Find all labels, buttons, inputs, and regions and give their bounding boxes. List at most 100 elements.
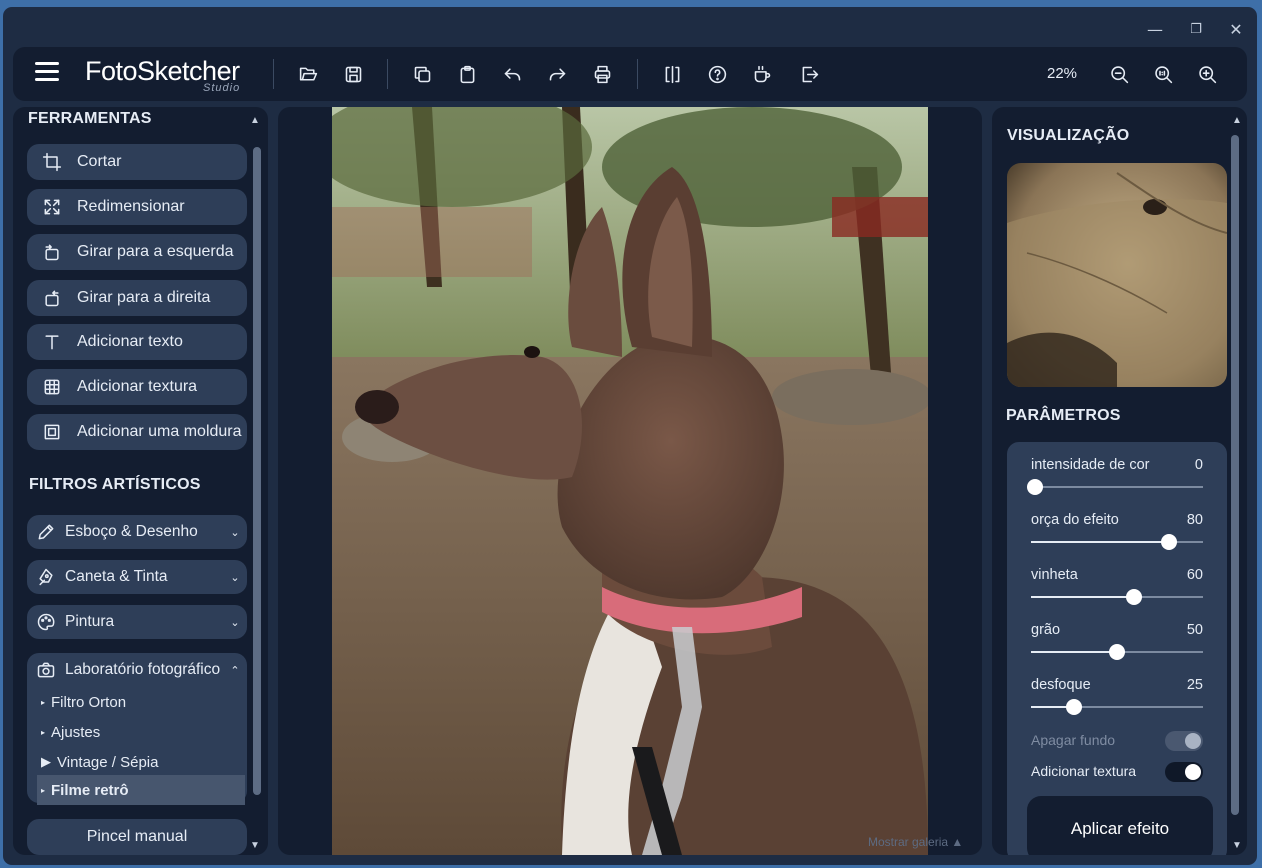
paste-icon[interactable]	[454, 61, 480, 87]
resize-icon	[27, 197, 77, 217]
toggle-add-texture: Adicionar textura	[1031, 762, 1203, 782]
param-blur: desfoque 25	[1031, 677, 1203, 693]
chevron-up-icon: ⌃	[230, 664, 240, 677]
lab-item-orton[interactable]: ▸ Filtro Orton	[37, 687, 245, 717]
slider-knob[interactable]	[1109, 644, 1125, 660]
slider-knob[interactable]	[1160, 534, 1177, 550]
chevron-down-icon: ⌄	[230, 526, 240, 539]
preview-header: VISUALIZAÇÃO	[1007, 127, 1130, 144]
filter-pen-ink[interactable]: Caneta & Tinta ⌄	[27, 560, 247, 594]
filter-label: Laboratório fotográfico	[65, 661, 221, 678]
chevron-down-icon: ⌄	[230, 616, 240, 629]
filter-photo-lab-header[interactable]: Laboratório fotográfico ⌃	[27, 653, 247, 687]
dog-photo[interactable]	[332, 107, 928, 855]
blur-slider[interactable]	[1031, 699, 1203, 715]
scroll-down-icon[interactable]: ▼	[1232, 840, 1242, 851]
rotate-left-icon	[27, 242, 77, 262]
zoom-in-icon[interactable]	[1194, 61, 1220, 87]
params-header: PARÂMETROS	[1006, 407, 1121, 424]
frame-icon	[27, 422, 77, 442]
folder-open-icon[interactable]	[295, 61, 321, 87]
camera-icon	[27, 660, 65, 680]
param-color-intensity: intensidade de cor 0	[1031, 457, 1203, 473]
minimize-icon[interactable]: —	[1145, 20, 1165, 40]
text-icon	[27, 332, 77, 352]
tool-label: Adicionar uma moldura	[77, 423, 242, 440]
app-window: — ❐ ✕ FotoSketcher Studio 22% FERRAMENTA…	[3, 7, 1257, 865]
remove-background-switch[interactable]	[1165, 731, 1203, 751]
pen-icon	[27, 567, 65, 587]
redo-icon[interactable]	[544, 61, 570, 87]
slider-knob[interactable]	[1066, 699, 1082, 715]
tool-label: Adicionar texto	[77, 333, 183, 350]
left-scrollbar[interactable]	[253, 147, 261, 795]
zoom-level: 22%	[1047, 65, 1078, 82]
param-effect-strength: orça do efeito 80	[1031, 512, 1203, 528]
param-grain: grão 50	[1031, 622, 1203, 638]
print-icon[interactable]	[589, 61, 615, 87]
params-panel: intensidade de cor 0 orça do efeito 80 vin…	[1007, 442, 1227, 855]
filter-painting[interactable]: Pintura ⌄	[27, 605, 247, 639]
filter-sketch[interactable]: Esboço & Desenho ⌄	[27, 515, 247, 549]
param-vignette: vinheta 60	[1031, 567, 1203, 583]
manual-brush-button[interactable]: Pincel manual	[27, 819, 247, 855]
save-icon[interactable]	[340, 61, 366, 87]
apply-effect-button[interactable]: Aplicar efeito	[1027, 796, 1213, 855]
filter-label: Pintura	[65, 613, 115, 630]
lab-item-retro-film[interactable]: ▸ Filme retrô	[37, 775, 245, 805]
filter-label: Esboço & Desenho	[65, 523, 198, 540]
restore-icon[interactable]: ❐	[1186, 20, 1206, 40]
scroll-up-icon[interactable]: ▲	[250, 115, 260, 126]
canvas-area[interactable]: Mostrar galeria ▲	[278, 107, 982, 855]
pencil-icon	[27, 522, 65, 542]
tool-rotate-right[interactable]: Girar para a direita	[27, 280, 247, 316]
zoom-out-icon[interactable]	[1106, 61, 1132, 87]
tool-resize[interactable]: Redimensionar	[27, 189, 247, 225]
crop-icon	[27, 152, 77, 172]
add-texture-switch[interactable]	[1165, 762, 1203, 782]
help-icon[interactable]	[704, 61, 730, 87]
tool-rotate-left[interactable]: Girar para a esquerda	[27, 234, 247, 270]
tool-label: Redimensionar	[77, 198, 185, 215]
compare-icon[interactable]	[659, 61, 685, 87]
tool-label: Adicionar textura	[77, 378, 198, 395]
filter-label: Caneta & Tinta	[65, 568, 168, 585]
copy-icon[interactable]	[409, 61, 435, 87]
show-gallery-link[interactable]: Mostrar galeria ▲	[868, 835, 963, 849]
left-panel: FERRAMENTAS ▲ Cortar Redimensionar Girar…	[13, 107, 268, 855]
effect-strength-slider[interactable]	[1031, 534, 1203, 550]
tool-add-texture[interactable]: Adicionar textura	[27, 369, 247, 405]
close-icon[interactable]: ✕	[1226, 20, 1246, 40]
grain-slider[interactable]	[1031, 644, 1203, 660]
toggle-remove-background: Apagar fundo	[1031, 731, 1203, 751]
tool-add-text[interactable]: Adicionar texto	[27, 324, 247, 360]
chevron-down-icon: ⌄	[230, 571, 240, 584]
filter-photo-lab: Laboratório fotográfico ⌃ ▸ Filtro Orton …	[27, 653, 247, 805]
scroll-down-icon[interactable]: ▼	[250, 840, 260, 851]
slider-knob[interactable]	[1126, 589, 1143, 605]
toolbar: FotoSketcher Studio 22%	[13, 47, 1247, 101]
right-panel: VISUALIZAÇÃO ▲ PARÂMETROS intensidade de…	[992, 107, 1247, 855]
vignette-slider[interactable]	[1031, 589, 1203, 605]
lab-item-vintage[interactable]: ▶ Vintage / Sépia	[37, 747, 245, 777]
coffee-icon[interactable]	[749, 61, 775, 87]
undo-icon[interactable]	[499, 61, 525, 87]
exit-icon[interactable]	[796, 61, 822, 87]
menu-icon[interactable]	[35, 62, 59, 82]
zoom-actual-icon[interactable]	[1150, 61, 1176, 87]
effect-preview	[1007, 163, 1227, 387]
filters-header: FILTROS ARTÍSTICOS	[29, 476, 201, 493]
palette-icon	[27, 612, 65, 632]
tool-label: Cortar	[77, 153, 122, 170]
tool-crop[interactable]: Cortar	[27, 144, 247, 180]
lab-item-adjustments[interactable]: ▸ Ajustes	[37, 717, 245, 747]
texture-icon	[27, 377, 77, 397]
color-intensity-slider[interactable]	[1027, 479, 1203, 495]
right-scrollbar[interactable]	[1231, 135, 1239, 815]
rotate-right-icon	[27, 288, 77, 308]
tool-label: Girar para a esquerda	[77, 243, 234, 260]
app-edition: Studio	[203, 82, 241, 94]
tool-add-frame[interactable]: Adicionar uma moldura	[27, 414, 247, 450]
slider-knob[interactable]	[1027, 479, 1043, 495]
scroll-up-icon[interactable]: ▲	[1232, 115, 1242, 126]
